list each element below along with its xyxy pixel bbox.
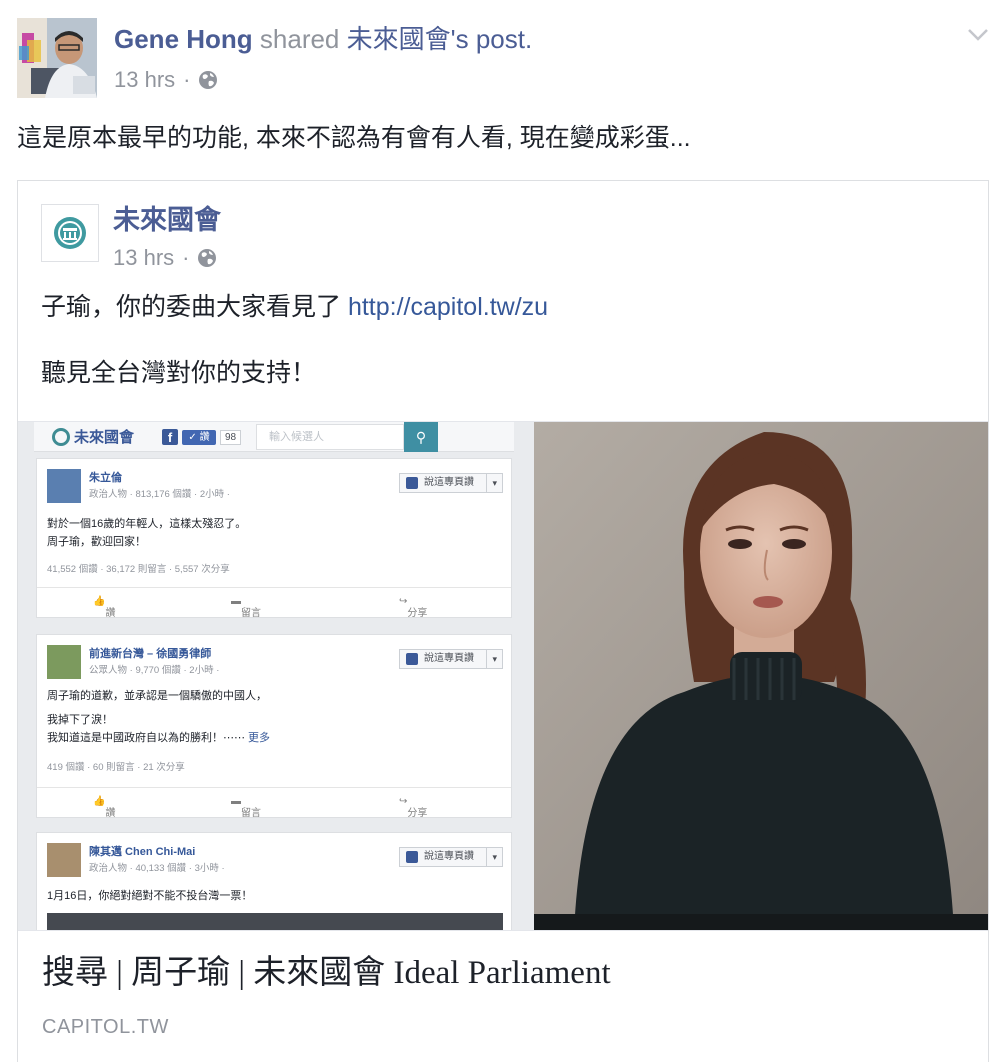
shared-card: 未來國會 13 hrs · 子瑜，你的委曲大家看見了 http://capito… [17,180,989,1062]
action-label: 分享 [407,608,428,619]
preview-share-action: ↪ 分享 [399,596,428,619]
shared-message-link[interactable]: http://capitol.tw/zu [348,293,548,321]
post-message: 這是原本最早的功能, 本來不認為有會有人看, 現在變成彩蛋... [17,124,691,152]
globe-icon[interactable] [198,70,218,90]
post-meta: 13 hrs · [114,64,218,96]
preview-logo-icon [52,427,70,446]
preview-card-stats: 419 個讚 · 60 則留言 · 21 次分享 [47,762,185,773]
shared-message-text: 子瑜，你的委曲大家看見了 [41,293,348,321]
preview-like-count: 98 [220,430,242,445]
avatar [47,645,81,679]
avatar [47,469,81,503]
follow-label: 說這專頁讚 [424,851,474,862]
link-preview-image[interactable]: 未來國會 f ✓ 讚 98 輸入候選人 ⚲ 朱立倫 政治人物 · 813,176… [18,421,988,931]
action-label: 讚 [105,608,116,619]
shared-text: shared [252,24,347,54]
follow-label: 說這專頁讚 [424,477,474,488]
preview-card-sub: 政治人物 · 813,176 個讚 · 2小時 · [89,489,230,500]
preview-card-actions: 👍 讚 ▬ 留言 ↪ 分享 [37,787,511,819]
search-icon: ⚲ [404,422,438,452]
preview-card-line: 對於一個16歲的年輕人，這樣太殘忍了。 [47,518,247,530]
preview-card: 朱立倫 政治人物 · 813,176 個讚 · 2小時 · 說這專頁讚 ▾ 對於一… [36,458,512,619]
preview-card-image [47,913,503,930]
preview-card-name: 陳其邁 Chen Chi-Mai [89,846,196,858]
preview-card-line-text: 我知道這是中國政府自以為的勝利！⋯⋯ [47,732,245,744]
preview-topbar: 未來國會 f ✓ 讚 98 輸入候選人 ⚲ [34,422,514,452]
shared-post-link[interactable]: 's post. [451,24,533,54]
preview-card-sub: 公眾人物 · 9,770 個讚 · 2小時 · [89,665,220,676]
preview-card-line: 周子瑜，歡迎回家！ [47,536,146,548]
action-label: 留言 [241,808,261,819]
post-header: Gene Hong shared 未來國會's post. [114,22,532,56]
action-label: 讚 [105,808,116,819]
preview-photo [534,422,988,930]
preview-follow-button: 說這專頁讚 ▾ [399,649,503,669]
preview-like-action: 👍 讚 [93,796,116,819]
preview-card-line: 1月16日，你絕對絕對不能不投台灣一票！ [47,890,253,902]
preview-card-sub: 政治人物 · 40,133 個讚 · 3小時 · [89,863,225,874]
preview-card-actions: 👍 讚 ▬ 留言 ↪ 分享 [37,587,511,619]
preview-card-line: 我知道這是中國政府自以為的勝利！⋯⋯ 更多 [47,729,270,747]
preview-logo-text: 未來國會 [74,429,135,446]
shared-message-line1: 子瑜，你的委曲大家看見了 http://capitol.tw/zu [41,289,548,325]
author-avatar[interactable] [17,18,97,98]
preview-logo: 未來國會 [52,426,134,447]
meta-separator: · [183,67,191,92]
author-name[interactable]: Gene Hong [114,24,253,54]
preview-like-action: 👍 讚 [93,596,116,619]
action-label: 分享 [407,808,428,819]
shared-meta: 13 hrs · [113,242,217,274]
preview-screenshot: 未來國會 f ✓ 讚 98 輸入候選人 ⚲ 朱立倫 政治人物 · 813,176… [18,422,534,930]
preview-comment-action: ▬ 留言 [231,596,261,619]
globe-icon[interactable] [197,248,217,268]
capitol-logo-icon[interactable] [41,204,99,262]
shared-message-line2: 聽見全台灣對你的支持！ [41,359,317,387]
preview-card-line: 周子瑜的道歉，並承認是一個驕傲的中國人， [47,690,267,702]
page-name[interactable]: 未來國會 [113,203,221,237]
preview-follow-button: 說這專頁讚 ▾ [399,847,503,867]
link-domain: CAPITOL.TW [42,1016,169,1038]
preview-card: 陳其邁 Chen Chi-Mai 政治人物 · 40,133 個讚 · 3小時 … [36,832,512,930]
shared-timestamp[interactable]: 13 hrs [113,245,174,271]
preview-search-input: 輸入候選人 [256,424,404,450]
preview-card: 前進新台灣 – 徐國勇律師 公眾人物 · 9,770 個讚 · 2小時 · 說這… [36,634,512,819]
preview-comment-action: ▬ 留言 [231,796,261,819]
link-title[interactable]: 搜尋 | 周子瑜 | 未來國會 Ideal Parliament [42,951,611,995]
chevron-down-icon[interactable] [964,20,990,48]
preview-follow-button: 說這專頁讚 ▾ [399,473,503,493]
follow-label: 說這專頁讚 [424,653,474,664]
preview-like-button: ✓ 讚 [182,430,216,445]
preview-card-line: 我掉下了淚！ [47,714,113,726]
preview-card-name: 前進新台灣 – 徐國勇律師 [89,648,212,660]
post-timestamp[interactable]: 13 hrs [114,67,175,93]
action-label: 留言 [241,608,261,619]
avatar [47,843,81,877]
preview-card-name: 朱立倫 [89,472,122,484]
shared-page-link[interactable]: 未來國會 [347,24,451,54]
preview-like-label: 讚 [199,432,210,443]
facebook-icon: f [162,429,178,445]
preview-share-action: ↪ 分享 [399,796,428,819]
meta-separator: · [182,245,190,270]
shared-post: Gene Hong shared 未來國會's post. 13 hrs · 這… [0,0,990,1062]
preview-card-stats: 41,552 個讚 · 36,172 則留言 · 5,557 次分享 [47,564,230,575]
preview-more-link: 更多 [245,732,271,744]
